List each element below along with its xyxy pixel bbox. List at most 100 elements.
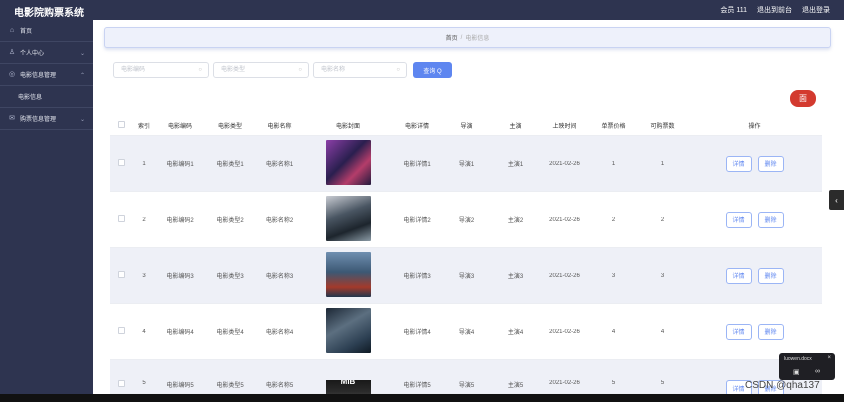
document-icon[interactable]: ▣ xyxy=(793,368,800,376)
cell-actor: 主演4 xyxy=(507,330,524,336)
search-icon: ○ xyxy=(396,67,400,73)
search-button[interactable]: 查询 Q xyxy=(413,62,452,78)
cell-price: 2 xyxy=(611,216,616,223)
row-checkbox-cell xyxy=(110,271,133,280)
user-label[interactable]: 会员 111 xyxy=(720,5,747,15)
cell-count: 3 xyxy=(660,272,665,279)
cell-actor: 主演1 xyxy=(507,162,524,168)
cell-index: 3 xyxy=(142,272,146,279)
movie-table: 索引 电影编码 电影类型 电影名称 电影封面 电影详情 导演 主演 上映时间 单… xyxy=(110,116,822,402)
back-to-frontend-link[interactable]: 退出到前台 xyxy=(757,5,792,15)
row-checkbox[interactable] xyxy=(118,159,125,166)
widget-title: luowen.docx xyxy=(784,356,812,362)
sidebar-item-label: 个人中心 xyxy=(20,51,45,57)
table-header-row: 索引 电影编码 电影类型 电影名称 电影封面 电影详情 导演 主演 上映时间 单… xyxy=(110,116,822,136)
sidebar-item-movie-management[interactable]: ◎ 电影信息管理 ⌃ xyxy=(0,64,93,86)
cell-type: 电影类型1 xyxy=(216,162,244,168)
movie-poster-image[interactable] xyxy=(325,308,371,353)
cell-date: 2021-02-26 xyxy=(549,160,580,167)
link-icon[interactable]: ∞ xyxy=(815,368,820,375)
cell-index: 2 xyxy=(142,216,146,223)
movie-poster-image[interactable] xyxy=(325,252,371,297)
sidebar-subitem-movie-info[interactable]: 电影信息 xyxy=(0,86,93,108)
cell-detail: 电影详情3 xyxy=(403,274,431,280)
detail-button[interactable]: 详情 xyxy=(725,267,752,284)
row-checkbox[interactable] xyxy=(118,380,125,387)
cell-detail: 电影详情4 xyxy=(403,330,431,336)
cell-type: 电影类型2 xyxy=(216,218,244,224)
cell-count: 4 xyxy=(660,328,665,335)
cell-type: 电影类型3 xyxy=(216,274,244,280)
cell-director: 导演2 xyxy=(458,218,475,224)
cell-code: 电影编码4 xyxy=(166,330,194,336)
table-row: 1 电影编码1 电影类型1 电影名称1 电影详情1 导演1 主演1 2021-0… xyxy=(110,136,822,192)
row-checkbox[interactable] xyxy=(118,271,125,278)
cell-count: 1 xyxy=(660,160,665,167)
movie-poster-image[interactable] xyxy=(325,140,371,185)
movie-type-placeholder: 电影类型 xyxy=(221,67,246,73)
breadcrumb-home[interactable]: 首页 xyxy=(446,33,458,42)
cell-actions: 详情 删除 xyxy=(687,211,822,228)
cell-director: 导演4 xyxy=(458,330,475,336)
search-icon: ○ xyxy=(298,67,302,73)
cell-cover xyxy=(304,196,392,243)
cell-name: 电影名称2 xyxy=(265,218,294,224)
detail-button[interactable]: 详情 xyxy=(725,155,752,172)
delete-button[interactable]: 删除 xyxy=(757,211,784,228)
cell-code: 电影编码1 xyxy=(166,162,194,168)
batch-delete-button[interactable]: 面 xyxy=(790,90,816,107)
cell-name: 电影名称4 xyxy=(265,330,294,336)
delete-button[interactable]: 删除 xyxy=(757,267,784,284)
cell-detail: 电影详情1 xyxy=(403,162,431,168)
row-checkbox[interactable] xyxy=(118,215,125,222)
row-checkbox-cell xyxy=(110,327,133,336)
detail-button[interactable]: 详情 xyxy=(725,323,752,340)
header-actor: 主演 xyxy=(509,124,522,130)
delete-button[interactable]: 删除 xyxy=(757,155,784,172)
movie-code-input[interactable]: 电影编码 ○ xyxy=(113,62,209,78)
collapse-panel-button[interactable]: ‹ xyxy=(829,190,844,210)
select-all-checkbox[interactable] xyxy=(118,121,125,128)
cell-name: 电影名称3 xyxy=(265,274,294,280)
movie-poster-image[interactable] xyxy=(325,196,371,241)
film-icon: ◎ xyxy=(8,70,16,78)
cell-date: 2021-02-26 xyxy=(549,380,580,386)
sidebar-item-profile[interactable]: ♙ 个人中心 ⌄ xyxy=(0,42,93,64)
cell-type: 电影类型4 xyxy=(216,330,244,336)
detail-button[interactable]: 详情 xyxy=(725,211,752,228)
movie-name-placeholder: 电影名称 xyxy=(321,67,346,73)
cell-director: 导演3 xyxy=(458,274,475,280)
floating-file-widget[interactable]: luowen.docx × ▣ ∞ xyxy=(779,353,835,380)
app-title: 电影院购票系统 xyxy=(14,8,84,19)
cell-actor: 主演3 xyxy=(507,274,524,280)
app-root: 电影院购票系统 会员 111 退出到前台 退出登录 ⌂ 首页 ♙ 个人中心 ⌄ … xyxy=(0,0,844,402)
cell-detail: 电影详情2 xyxy=(403,218,431,224)
ticket-icon: ✉ xyxy=(9,114,15,122)
movie-name-input[interactable]: 电影名称 ○ xyxy=(313,62,407,78)
home-icon: ⌂ xyxy=(9,26,15,34)
search-icon: ○ xyxy=(198,67,202,73)
close-icon[interactable]: × xyxy=(827,355,831,361)
top-links: 会员 111 退出到前台 退出登录 xyxy=(720,5,830,15)
delete-button[interactable]: 删除 xyxy=(757,323,784,340)
table-row: 2 电影编码2 电影类型2 电影名称2 电影详情2 导演2 主演2 2021-0… xyxy=(110,192,822,248)
cell-actions: 详情 删除 xyxy=(687,155,822,172)
movie-type-input[interactable]: 电影类型 ○ xyxy=(213,62,309,78)
sidebar-item-label: 购票信息管理 xyxy=(20,117,57,123)
sidebar-item-ticket-management[interactable]: ✉ 购票信息管理 ⌄ xyxy=(0,108,93,130)
cell-director: 导演1 xyxy=(458,162,475,168)
row-checkbox[interactable] xyxy=(118,327,125,334)
logout-link[interactable]: 退出登录 xyxy=(802,5,830,15)
cell-cover xyxy=(304,252,392,299)
breadcrumb: 首页 / 电影信息 xyxy=(104,27,831,48)
header-cover: 电影封面 xyxy=(335,124,360,130)
sidebar-item-label: 首页 xyxy=(20,29,33,35)
cell-index: 1 xyxy=(142,160,146,167)
sidebar-item-home[interactable]: ⌂ 首页 xyxy=(0,20,93,42)
cell-cover xyxy=(304,140,392,187)
breadcrumb-current: 电影信息 xyxy=(465,36,490,42)
watermark: CSDN @qha137 xyxy=(745,380,820,391)
cell-detail: 电影详情5 xyxy=(403,383,431,389)
header-type: 电影类型 xyxy=(217,124,242,130)
cell-actions: 详情 删除 xyxy=(687,323,822,340)
